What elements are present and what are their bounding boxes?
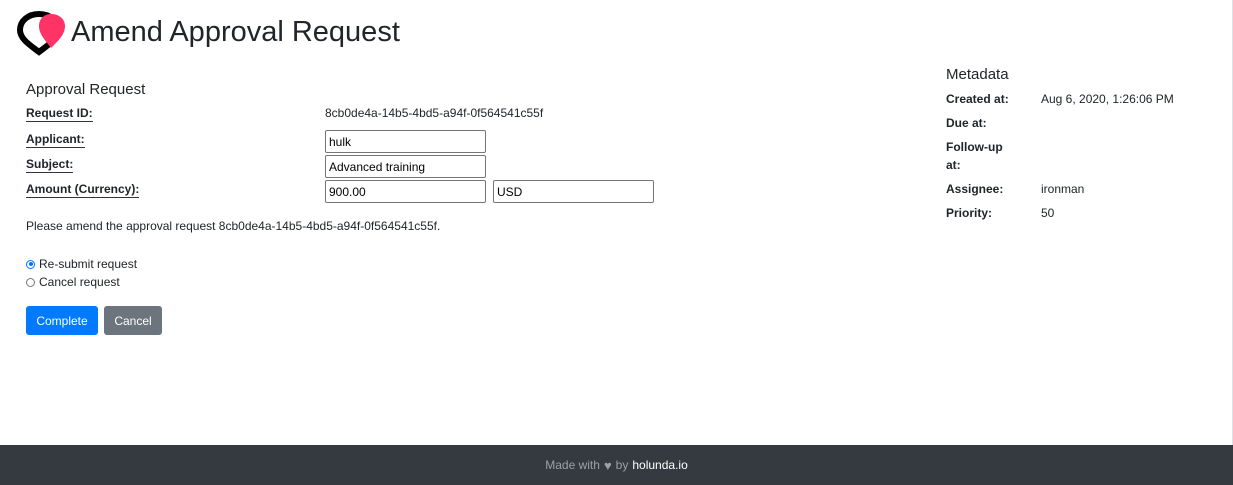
cancel-button[interactable]: Cancel bbox=[104, 306, 162, 335]
footer: Made with ♥ by holunda.io bbox=[0, 445, 1233, 485]
resubmit-label: Re-submit request bbox=[39, 257, 138, 271]
priority-label: Priority: bbox=[946, 206, 993, 220]
subject-label: Subject: bbox=[26, 157, 74, 173]
due-at-label: Due at: bbox=[946, 116, 987, 130]
complete-button[interactable]: Complete bbox=[26, 306, 98, 335]
assignee-label: Assignee: bbox=[946, 182, 1004, 196]
footer-by: by bbox=[615, 458, 629, 472]
page: Amend Approval Request Approval Request … bbox=[0, 0, 1233, 485]
heart-icon: ♥ bbox=[603, 457, 612, 473]
footer-made-with: Made with bbox=[545, 458, 600, 472]
applicant-input[interactable] bbox=[325, 130, 486, 153]
follow-up-label-line2: at: bbox=[946, 158, 961, 172]
amount-label: Amount (Currency): bbox=[26, 182, 140, 198]
created-at-value: Aug 6, 2020, 1:26:06 PM bbox=[1041, 92, 1174, 106]
footer-brand-link[interactable]: holunda.io bbox=[632, 458, 687, 472]
priority-value: 50 bbox=[1041, 206, 1055, 220]
created-at-label: Created at: bbox=[946, 92, 1009, 106]
cancel-option[interactable]: Cancel request bbox=[26, 275, 120, 289]
section-title: Approval Request bbox=[26, 81, 146, 98]
subject-input[interactable] bbox=[325, 155, 486, 178]
amount-input[interactable] bbox=[325, 180, 486, 203]
metadata-title: Metadata bbox=[946, 66, 1009, 83]
page-title: Amend Approval Request bbox=[71, 15, 400, 48]
header: Amend Approval Request bbox=[17, 8, 400, 56]
cancel-option-label: Cancel request bbox=[39, 275, 120, 289]
assignee-value: ironman bbox=[1041, 182, 1085, 196]
resubmit-option[interactable]: Re-submit request bbox=[26, 257, 137, 271]
holunda-logo-icon bbox=[17, 10, 65, 56]
applicant-label: Applicant: bbox=[26, 132, 85, 148]
resubmit-radio[interactable] bbox=[26, 259, 35, 269]
amend-message: Please amend the approval request 8cb0de… bbox=[26, 219, 441, 233]
follow-up-label-line1: Follow-up bbox=[946, 140, 1003, 154]
request-id-label: Request ID: bbox=[26, 106, 93, 122]
follow-up-label: Follow-up at: bbox=[946, 138, 1003, 174]
cancel-radio[interactable] bbox=[26, 277, 35, 287]
currency-input[interactable] bbox=[493, 180, 654, 203]
request-id-value: 8cb0de4a-14b5-4bd5-a94f-0f564541c55f bbox=[325, 106, 544, 120]
